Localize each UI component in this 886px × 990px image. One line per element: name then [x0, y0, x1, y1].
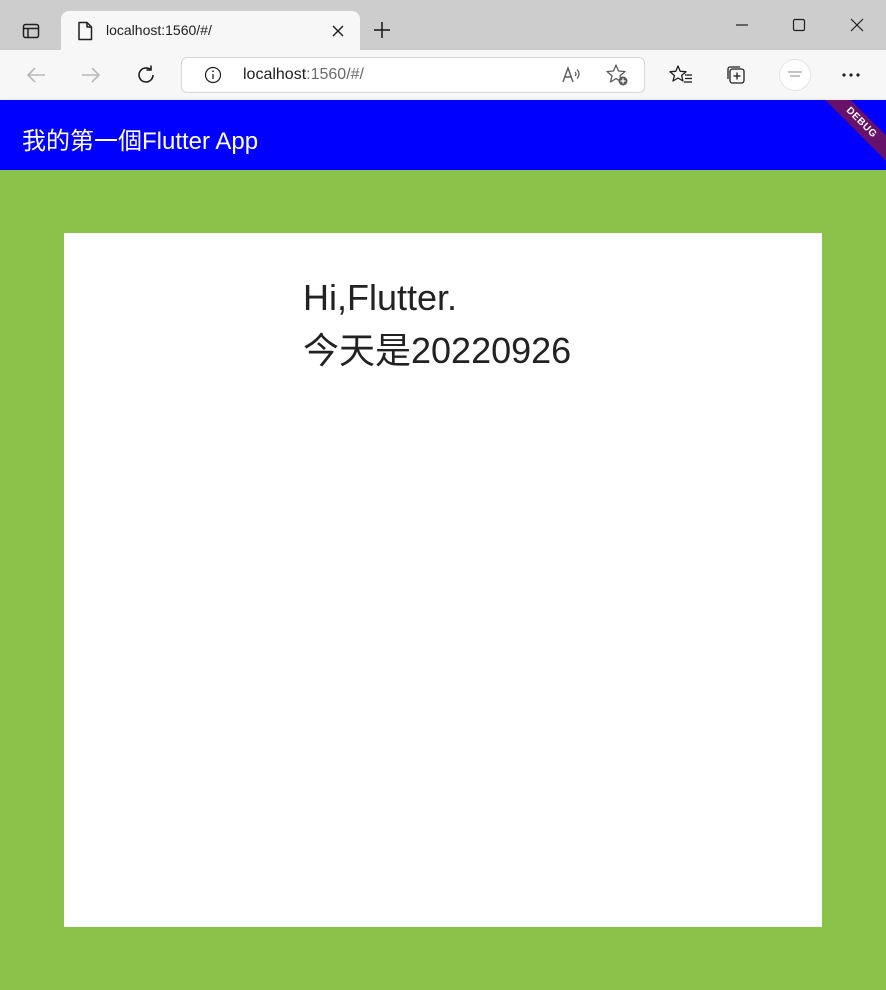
url-text[interactable]: localhost:1560/#/: [243, 66, 364, 84]
avatar-detail: [788, 71, 802, 73]
tab-actions-icon: [22, 23, 40, 39]
collections-icon: [727, 66, 745, 84]
tab-strip: localhost:1560/#/: [0, 0, 886, 50]
arrow-right-icon: [82, 67, 101, 83]
browser-toolbar: localhost:1560/#/: [0, 50, 886, 101]
browser-window: localhost:1560/#/ localhost:1560/#/ 我的第一…: [0, 0, 886, 990]
refresh-icon: [138, 65, 154, 83]
greeting-line-hello: Hi,Flutter.: [303, 277, 458, 318]
info-icon[interactable]: [204, 66, 222, 84]
avatar-detail: [790, 75, 800, 77]
address-bar[interactable]: localhost:1560/#/: [181, 57, 645, 93]
content-card: Hi,Flutter. 今天是20220926: [64, 233, 822, 927]
favorites-icon: [669, 65, 692, 83]
star-add-icon: [606, 64, 628, 86]
maximize-icon: [792, 18, 806, 32]
debug-banner: DEBUG: [815, 100, 886, 169]
page-icon: [78, 21, 93, 41]
close-icon: [850, 18, 864, 32]
close-icon: [332, 25, 344, 37]
forward-button[interactable]: [76, 60, 106, 90]
tab-active[interactable]: localhost:1560/#/: [61, 11, 360, 50]
more-menu-button[interactable]: [836, 60, 866, 90]
read-aloud-icon: [562, 65, 580, 83]
back-button[interactable]: [21, 60, 51, 90]
greeting-text: Hi,Flutter. 今天是20220926: [303, 271, 571, 377]
minimize-icon: [736, 24, 748, 26]
minimize-button[interactable]: [727, 10, 757, 40]
plus-icon: [374, 22, 390, 38]
greeting-line-date: 今天是20220926: [303, 330, 572, 371]
maximize-button[interactable]: [784, 10, 814, 40]
read-aloud-button[interactable]: [560, 63, 584, 87]
tab-title: localhost:1560/#/: [106, 22, 212, 38]
app-bar: 我的第一個Flutter App DEBUG: [0, 100, 886, 170]
close-window-button[interactable]: [842, 10, 872, 40]
tab-actions-button[interactable]: [16, 16, 46, 46]
url-host: localhost: [243, 66, 307, 83]
more-icon: [842, 73, 860, 77]
app-body: Hi,Flutter. 今天是20220926: [0, 170, 886, 990]
new-tab-button[interactable]: [368, 16, 396, 44]
arrow-left-icon: [26, 67, 45, 83]
favorites-button[interactable]: [666, 60, 696, 90]
refresh-button[interactable]: [131, 60, 161, 90]
tab-close-button[interactable]: [328, 21, 348, 41]
app-title: 我的第一個Flutter App: [22, 128, 259, 155]
profile-avatar[interactable]: [779, 59, 811, 91]
collections-button[interactable]: [721, 60, 751, 90]
add-favorite-button[interactable]: [605, 63, 629, 87]
url-path: :1560/#/: [306, 66, 364, 83]
